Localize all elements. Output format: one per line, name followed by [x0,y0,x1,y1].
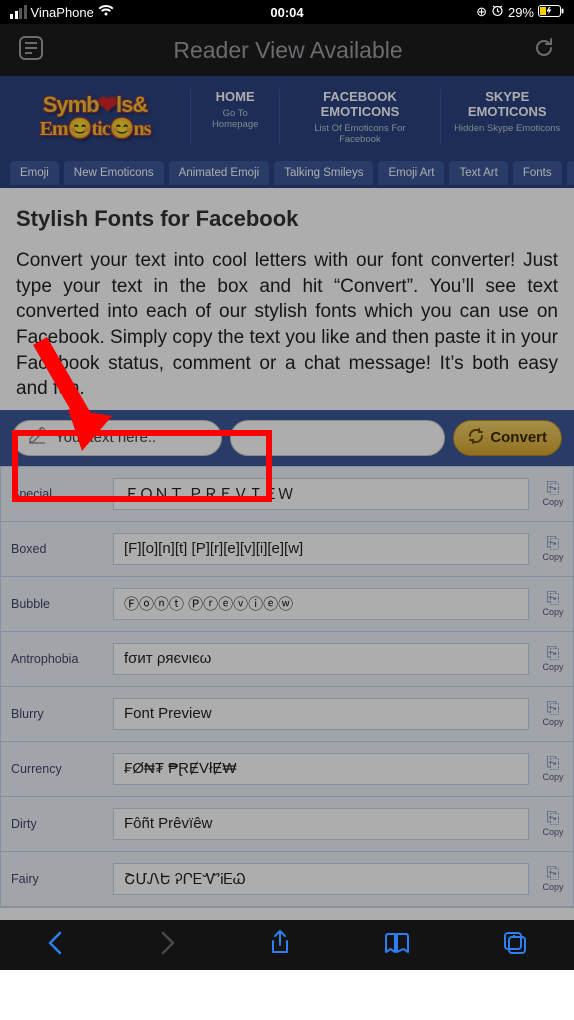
signal-icon [10,5,27,19]
copy-button[interactable]: ⎘Copy [533,866,573,892]
status-bar: VinaPhone 00:04 ⊕ 29% [0,0,574,24]
copy-icon: ⎘ [533,701,573,717]
font-preview[interactable]: ՇՄᏁԵ ᎮՐᎬᏉᎥᎬᏇ [113,863,529,895]
webpage: Symb❤ls& Em😊tic😊ns HOMEGo To Homepage FA… [0,76,574,970]
copy-button[interactable]: ⎘Copy [533,701,573,727]
font-name: Boxed [1,542,109,556]
font-preview[interactable]: Ⓕⓞⓝⓣ Ⓟⓡⓔⓥⓘⓔⓦ [113,588,529,620]
battery-percent: 29% [508,5,534,20]
page-title: Stylish Fonts for Facebook [8,206,566,232]
pencil-icon [27,425,47,450]
copy-icon: ⎘ [533,646,573,662]
alarm-icon [491,4,504,20]
font-preview[interactable]: Font Preview [113,698,529,730]
safari-reader-bar: Reader View Available [0,24,574,76]
bookmarks-icon[interactable] [383,931,411,960]
table-row: Bubble Ⓕⓞⓝⓣ Ⓟⓡⓔⓥⓘⓔⓦ⎘Copy [1,577,573,632]
font-name: Bubble [1,597,109,611]
reader-label: Reader View Available [173,37,402,64]
font-name: Special [1,487,109,501]
refresh-icon [468,428,484,448]
input-placeholder: Your text here.. [55,429,156,446]
font-name: Dirty [1,817,109,831]
copy-icon: ⎘ [533,536,573,552]
reload-icon[interactable] [532,36,556,65]
copy-button[interactable]: ⎘Copy [533,756,573,782]
font-preview[interactable]: Fôñt Prêvïêw [113,808,529,840]
copy-button[interactable]: ⎘Copy [533,646,573,672]
tab-animated-emoji[interactable]: Animated Emoji [169,161,270,185]
tab-emoji[interactable]: Emoji [10,161,59,185]
nav-facebook-emoticons[interactable]: FACEBOOK EMOTICONSList Of Emoticons For … [279,89,439,145]
font-name: Blurry [1,707,109,721]
heart-icon: ❤ [99,92,116,117]
forward-icon[interactable] [157,930,177,961]
back-icon[interactable] [46,930,66,961]
orientation-lock-icon: ⊕ [476,4,487,20]
tab-new-emoticons[interactable]: New Emoticons [64,161,164,185]
copy-icon: ⎘ [533,811,573,827]
safari-toolbar [0,920,574,970]
text-input-extended[interactable] [230,420,445,456]
text-input[interactable]: Your text here.. [12,420,222,456]
table-row: Fairy ՇՄᏁԵ ᎮՐᎬᏉᎥᎬᏇ⎘Copy [1,852,573,907]
font-preview[interactable]: fσит ρяєνιєω [113,643,529,675]
table-row: Dirty Fôñt Prêvïêw⎘Copy [1,797,573,852]
tab-talking-smileys[interactable]: Talking Smileys [274,161,373,185]
copy-icon: ⎘ [533,481,573,497]
copy-icon: ⎘ [533,756,573,772]
table-row: Antrophobia fσит ρяєνιєω⎘Copy [1,632,573,687]
carrier-label: VinaPhone [31,5,94,20]
copy-button[interactable]: ⎘Copy [533,811,573,837]
tab-quotes[interactable]: Quotes [567,161,574,185]
font-preview[interactable]: [F][o][n][t] [P][r][e][v][i][e][w] [113,533,529,565]
main-content: Stylish Fonts for Facebook Convert your … [0,188,574,402]
copy-button[interactable]: ⎘Copy [533,536,573,562]
copy-icon: ⎘ [533,866,573,882]
copy-icon: ⎘ [533,591,573,607]
nav-skype-emoticons[interactable]: SKYPE EMOTICONSHidden Skype Emoticons [440,89,574,145]
converter-input-row: Your text here.. Convert [0,410,574,466]
tabs-icon[interactable] [502,930,528,961]
font-name: Fairy [1,872,109,886]
font-preview[interactable]: ＦＯＮＴ ＰＲＥＶＩＥＷ [113,478,529,510]
tab-nav: Emoji New Emoticons Animated Emoji Talki… [0,158,574,188]
site-logo[interactable]: Symb❤ls& Em😊tic😊ns [0,94,190,141]
copy-button[interactable]: ⎘Copy [533,481,573,507]
font-preview-table: SpecialＦＯＮＴ ＰＲＥＶＩＥＷ⎘CopyBoxed[F][o][n][t… [0,466,574,908]
clock: 00:04 [270,5,303,20]
font-name: Currency [1,762,109,776]
reader-mode-icon[interactable] [18,35,44,66]
wifi-icon [98,5,114,20]
convert-button[interactable]: Convert [453,420,562,456]
font-preview[interactable]: ₣Ø₦₮ ₱ⱤɆVłɆ₩ [113,753,529,785]
copy-button[interactable]: ⎘Copy [533,591,573,617]
font-name: Antrophobia [1,652,109,666]
tab-emoji-art[interactable]: Emoji Art [378,161,444,185]
site-header: Symb❤ls& Em😊tic😊ns HOMEGo To Homepage FA… [0,76,574,158]
tab-fonts[interactable]: Fonts [513,161,562,185]
table-row: Currency ₣Ø₦₮ ₱ⱤɆVłɆ₩⎘Copy [1,742,573,797]
tab-text-art[interactable]: Text Art [449,161,507,185]
share-icon[interactable] [268,929,292,962]
battery-icon [538,5,564,20]
table-row: Boxed [F][o][n][t] [P][r][e][v][i][e][w]⎘… [1,522,573,577]
nav-home[interactable]: HOMEGo To Homepage [190,89,279,145]
page-description: Convert your text into cool letters with… [8,248,566,402]
table-row: Blurry Font Preview⎘Copy [1,687,573,742]
table-row: Special ＦＯＮＴ ＰＲＥＶＩＥＷ⎘Copy [1,467,573,522]
